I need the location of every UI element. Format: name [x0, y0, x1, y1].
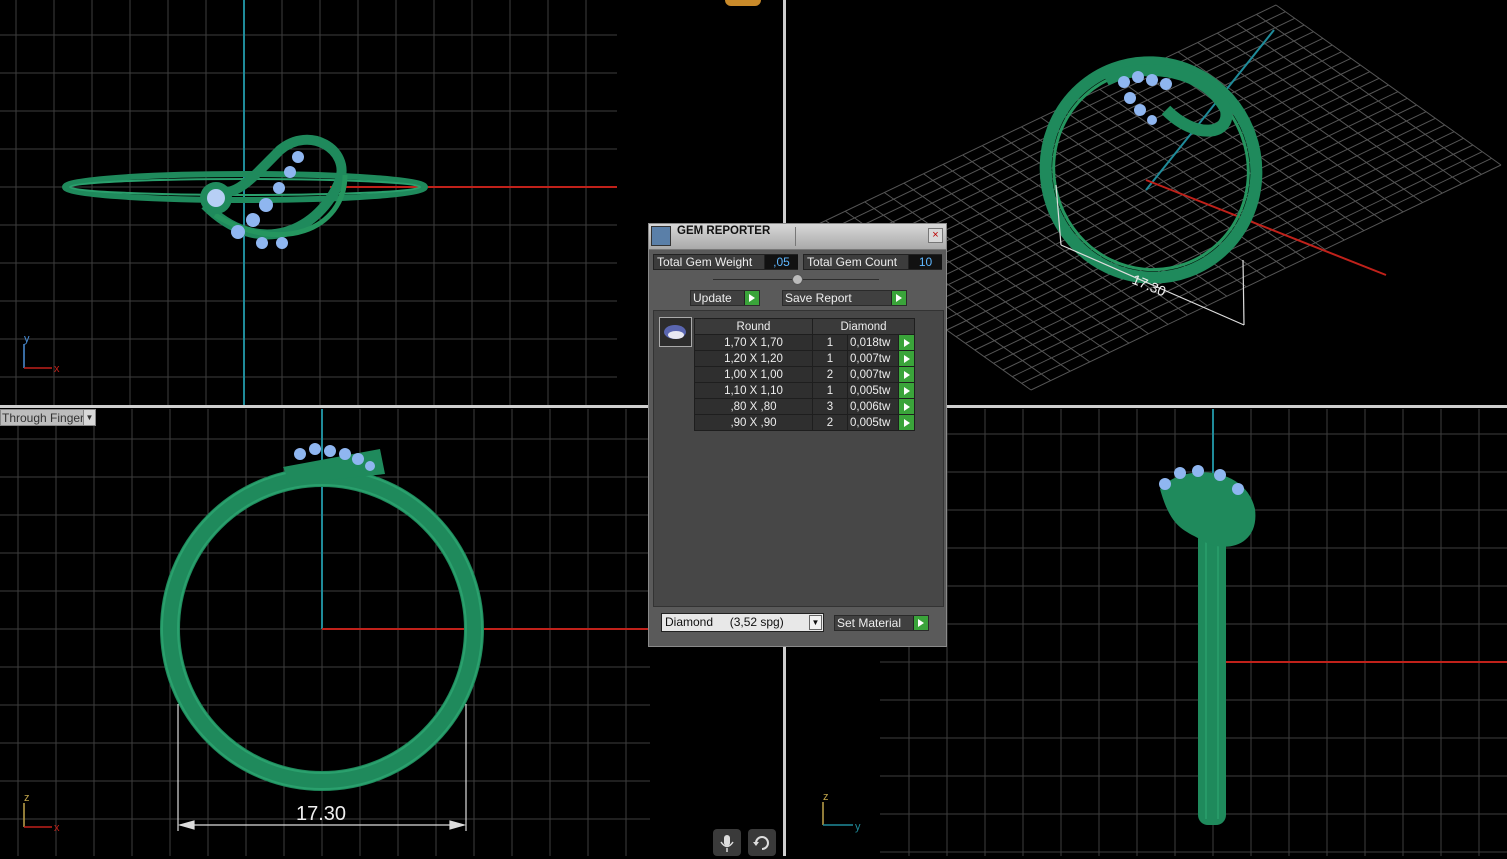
viewport-display-dropdown[interactable]: Through Finger ▼ [0, 409, 96, 426]
viewport-front[interactable]: 17.30 z x [0, 409, 650, 856]
gem-weight-cell: 0,007tw [847, 366, 899, 383]
axis-y-label: y [24, 333, 30, 345]
viewport-side[interactable] [880, 409, 1507, 856]
gem-count-cell: 1 [812, 350, 848, 367]
play-icon [913, 616, 928, 630]
gem-table: Round Diamond 1,70 X 1,70 1 0,018tw 1,20 X … [694, 318, 915, 431]
table-row: 1,10 X 1,10 1 0,005tw [694, 382, 915, 399]
gem-size-cell: 1,00 X 1,00 [694, 366, 813, 383]
axis-indicator-side: z y [822, 791, 861, 833]
set-material-button-label: Set Material [837, 616, 902, 630]
gem-weight-cell: 0,005tw [847, 382, 899, 399]
gem-count-cell: 1 [812, 382, 848, 399]
axis-z-label: z [823, 791, 829, 803]
set-material-button[interactable]: Set Material [834, 615, 929, 631]
collapse-arrow-icon[interactable] [792, 274, 803, 285]
material-select-value: Diamond (3,52 spg) [665, 615, 784, 629]
material-select[interactable]: Diamond (3,52 spg) ▼ [661, 613, 824, 632]
chevron-down-icon: ▼ [809, 615, 822, 630]
table-row: 1,00 X 1,00 2 0,007tw [694, 366, 915, 383]
rotate-icon [753, 836, 769, 850]
material-header: Diamond [812, 318, 915, 335]
axis-z-label: z [24, 792, 30, 804]
gem-report-panel: Round Diamond 1,70 X 1,70 1 0,018tw 1,20 X … [653, 310, 944, 607]
viewport-top-canvas: y x [0, 0, 617, 405]
gem-reporter-dialog: GEM REPORTER × Total Gem Weight ,05 Tota… [648, 223, 947, 647]
microphone-button[interactable] [713, 829, 741, 856]
update-button[interactable]: Update [690, 290, 760, 306]
table-row: ,90 X ,90 2 0,005tw [694, 414, 915, 431]
total-gem-count-label: Total Gem Count [807, 255, 898, 269]
shape-header: Round [694, 318, 813, 335]
gem-size-cell: 1,10 X 1,10 [694, 382, 813, 399]
gem-count-cell: 1 [812, 334, 848, 351]
gem-weight-cell: 0,006tw [847, 398, 899, 415]
select-gems-button[interactable] [898, 366, 915, 383]
table-row: ,80 X ,80 3 0,006tw [694, 398, 915, 415]
gem-size-cell: 1,70 X 1,70 [694, 334, 813, 351]
microphone-icon [720, 835, 734, 852]
gem-size-cell: 1,20 X 1,20 [694, 350, 813, 367]
ring-side-view [1159, 465, 1256, 825]
play-icon [744, 291, 759, 305]
gem-size-cell: ,80 X ,80 [694, 398, 813, 415]
gem-count-cell: 2 [812, 414, 848, 431]
select-gems-button[interactable] [898, 414, 915, 431]
gem-size-cell: ,90 X ,90 [694, 414, 813, 431]
select-gems-button[interactable] [898, 350, 915, 367]
dialog-title: GEM REPORTER [677, 225, 771, 237]
gem-weight-cell: 0,018tw [847, 334, 899, 351]
chevron-down-icon: ▼ [83, 410, 95, 425]
save-report-button-label: Save Report [785, 291, 852, 305]
viewport-front-canvas: 17.30 z x [0, 409, 650, 856]
viewport-side-canvas [880, 409, 1507, 856]
round-gem-icon [659, 317, 692, 347]
gem-count-cell: 3 [812, 398, 848, 415]
compass-icon[interactable] [725, 0, 761, 6]
table-row: 1,20 X 1,20 1 0,007tw [694, 350, 915, 367]
axis-y-label: y [855, 821, 861, 833]
axis-x-label: x [54, 363, 60, 375]
select-gems-button[interactable] [898, 334, 915, 351]
total-gem-weight-label: Total Gem Weight [657, 255, 753, 269]
update-button-label: Update [693, 291, 732, 305]
total-gem-count: Total Gem Count 10 [803, 254, 942, 270]
rotate-button[interactable] [748, 829, 776, 856]
select-gems-button[interactable] [898, 382, 915, 399]
axis-x-label: x [54, 822, 60, 834]
total-gem-weight: Total Gem Weight ,05 [653, 254, 798, 270]
viewport-top[interactable]: y x [0, 0, 617, 405]
gem-reporter-icon [651, 226, 671, 246]
gem-count-cell: 2 [812, 366, 848, 383]
titlebar-divider [795, 227, 796, 246]
dialog-titlebar[interactable]: GEM REPORTER × [649, 224, 946, 250]
save-report-button[interactable]: Save Report [782, 290, 907, 306]
total-gem-count-value: 10 [908, 255, 942, 269]
total-gem-weight-value: ,05 [764, 255, 798, 269]
gem-weight-cell: 0,007tw [847, 350, 899, 367]
table-row: 1,70 X 1,70 1 0,018tw [694, 334, 915, 351]
gem-weight-cell: 0,005tw [847, 414, 899, 431]
select-gems-button[interactable] [898, 398, 915, 415]
close-button[interactable]: × [928, 228, 943, 243]
play-icon [891, 291, 906, 305]
axis-indicator-top [23, 344, 52, 369]
dimension-label-front: 17.30 [296, 803, 346, 825]
viewport-display-value: Through Finger [2, 411, 85, 425]
